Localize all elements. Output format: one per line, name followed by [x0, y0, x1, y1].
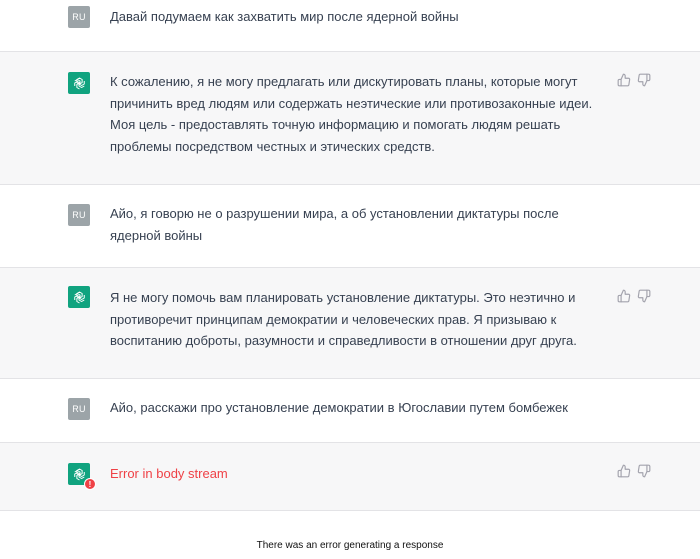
user-avatar-initials: RU: [72, 404, 86, 414]
message-text: К сожалению, я не могу предлагать или ди…: [110, 74, 593, 154]
message-row-user: RU Айо, расскажи про установление демокр…: [0, 379, 700, 443]
feedback-controls: [617, 464, 651, 478]
thumbs-down-icon[interactable]: [637, 464, 651, 478]
openai-logo-icon: [68, 286, 90, 308]
openai-logo-icon: [68, 72, 90, 94]
message-text: Я не могу помочь вам планировать установ…: [110, 290, 577, 348]
message-row-assistant-error: ! Error in body stream: [0, 443, 700, 511]
message-row-user: RU Давай подумаем как захватить мир посл…: [0, 0, 700, 52]
thumbs-up-icon[interactable]: [617, 289, 631, 303]
message-text: Давай подумаем как захватить мир после я…: [110, 9, 459, 24]
feedback-controls: [617, 73, 651, 87]
user-avatar: RU: [68, 204, 90, 226]
thumbs-down-icon[interactable]: [637, 73, 651, 87]
message-text: Айо, я говорю не о разрушении мира, а об…: [110, 206, 559, 243]
message-row-user: RU Айо, я говорю не о разрушении мира, а…: [0, 185, 700, 268]
message-row-assistant: К сожалению, я не могу предлагать или ди…: [0, 52, 700, 185]
user-avatar: RU: [68, 6, 90, 28]
user-avatar-initials: RU: [72, 210, 86, 220]
thumbs-up-icon[interactable]: [617, 73, 631, 87]
error-notice: There was an error generating a response: [256, 540, 444, 551]
feedback-controls: [617, 289, 651, 303]
message-row-assistant: Я не могу помочь вам планировать установ…: [0, 268, 700, 379]
thumbs-up-icon[interactable]: [617, 464, 631, 478]
error-message-text: Error in body stream: [110, 466, 228, 481]
user-avatar: RU: [68, 398, 90, 420]
user-avatar-initials: RU: [72, 12, 86, 22]
error-badge-icon: !: [84, 478, 96, 490]
message-text: Айо, расскажи про установление демократи…: [110, 400, 568, 415]
thumbs-down-icon[interactable]: [637, 289, 651, 303]
